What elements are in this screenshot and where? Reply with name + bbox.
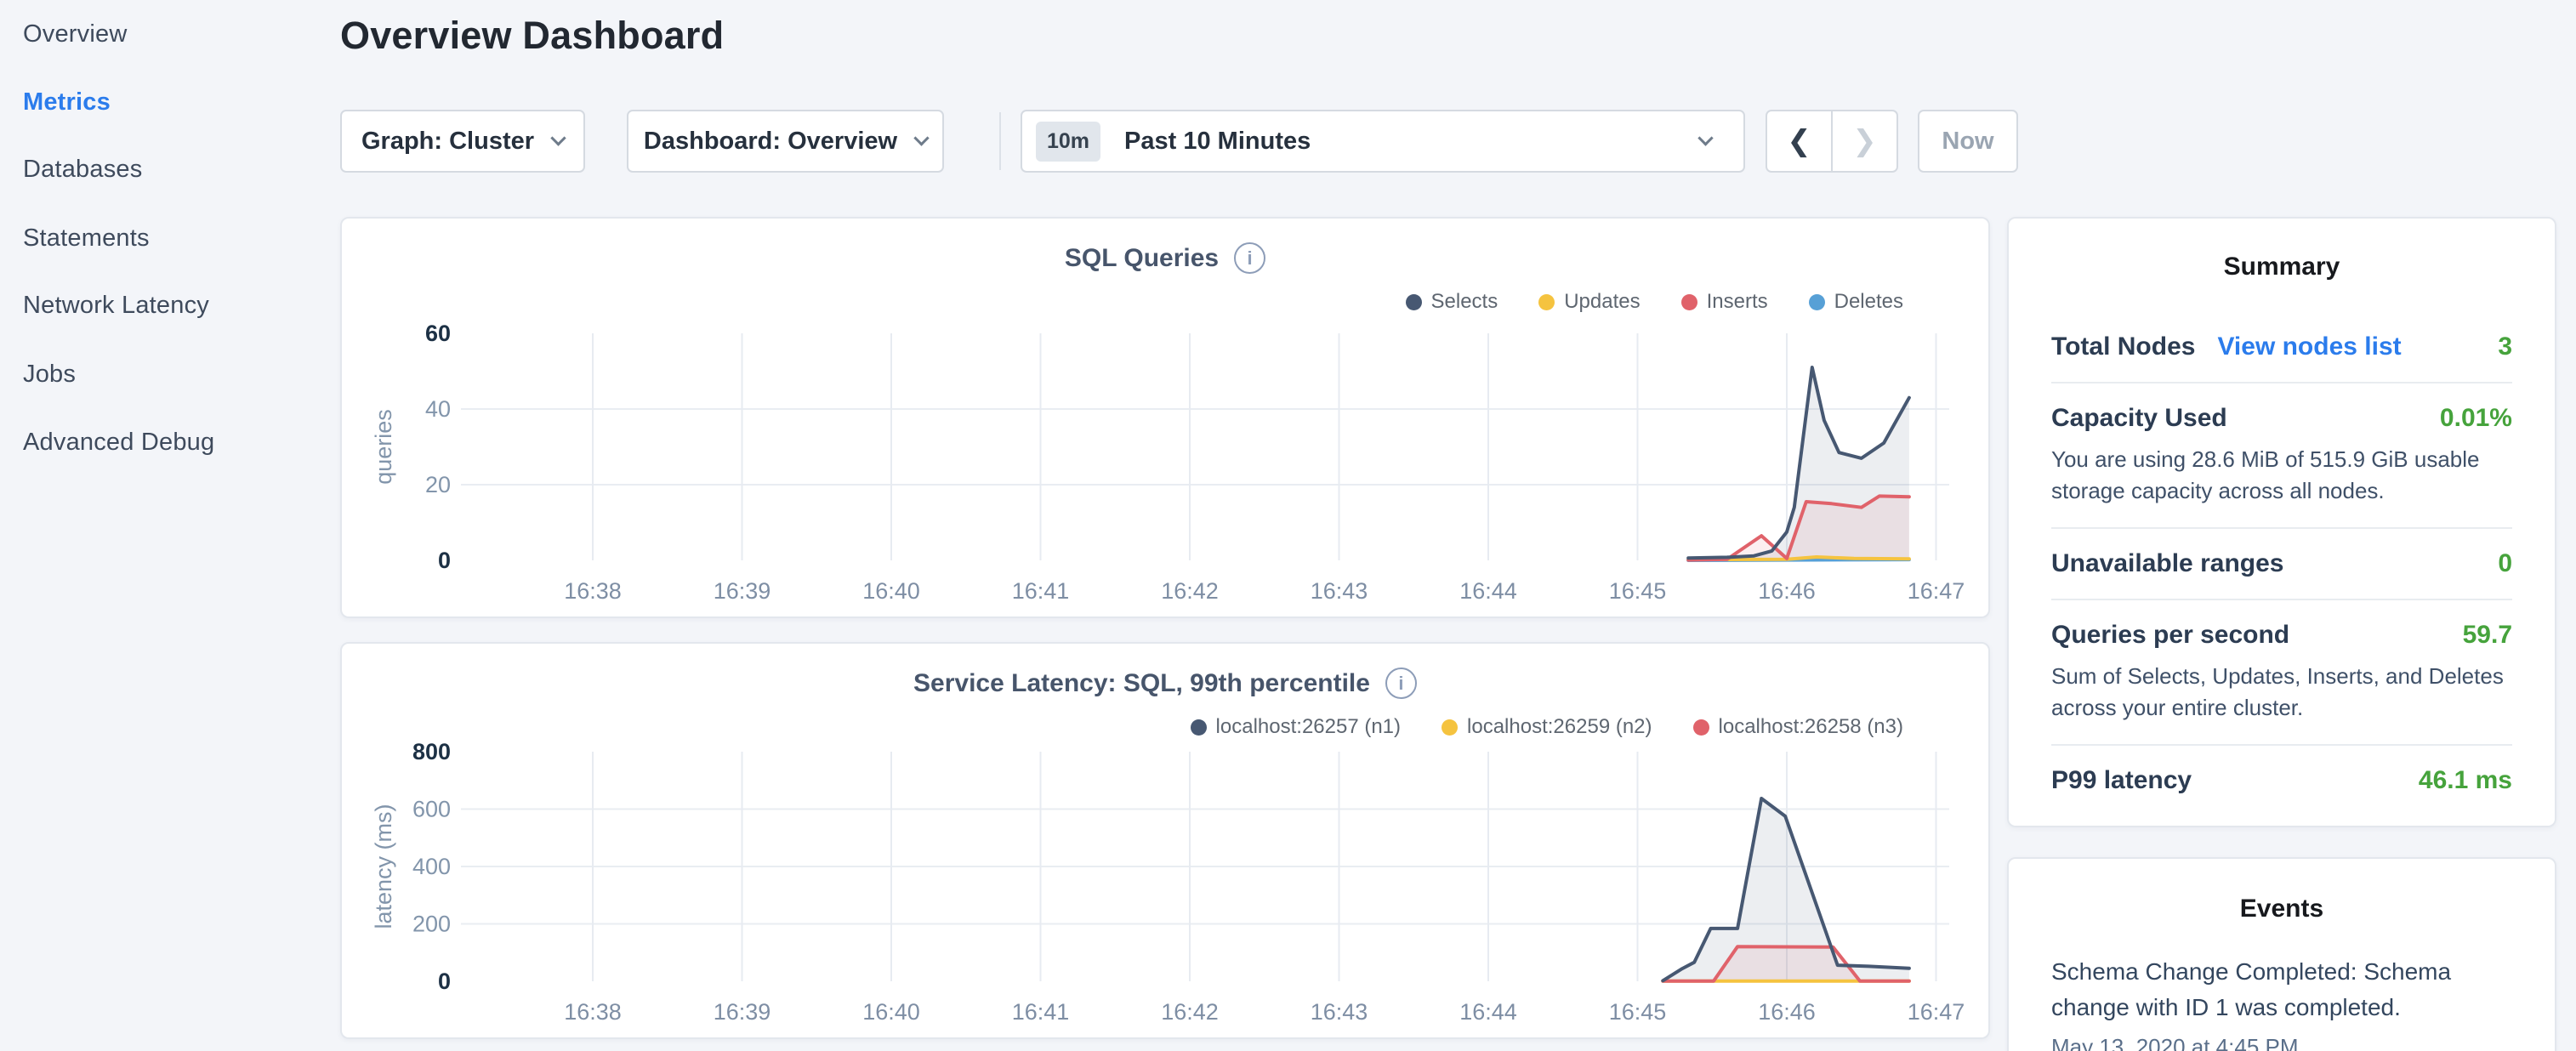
summary-title: Summary xyxy=(2051,253,2512,281)
toolbar-divider xyxy=(999,112,1001,170)
time-window-badge: 10m xyxy=(1036,122,1100,162)
summary-row-total-nodes: Total Nodes View nodes list 3 xyxy=(2051,312,2512,383)
svg-text:16:41: 16:41 xyxy=(1012,999,1070,1025)
svg-text:400: 400 xyxy=(412,854,451,879)
event-text: Schema Change Completed: Schema change w… xyxy=(2051,954,2512,1025)
svg-text:0: 0 xyxy=(438,969,451,994)
svg-text:200: 200 xyxy=(412,912,451,937)
summary-row-queries-per-second: Queries per second 59.7 Sum of Selects, … xyxy=(2051,600,2512,746)
summary-value: 46.1 ms xyxy=(2419,766,2512,795)
summary-label: Queries per second xyxy=(2051,621,2289,650)
svg-text:40: 40 xyxy=(425,396,451,422)
svg-text:16:45: 16:45 xyxy=(1609,999,1667,1025)
view-nodes-list-link[interactable]: View nodes list xyxy=(2217,332,2401,361)
summary-value: 0.01% xyxy=(2440,404,2512,433)
summary-row-p99-latency: P99 latency 46.1 ms xyxy=(2051,746,2512,815)
sidebar-item-network-latency[interactable]: Network Latency xyxy=(23,292,209,320)
summary-label: Unavailable ranges xyxy=(2051,549,2283,578)
admin-ui-screen: Overview Metrics Databases Statements Ne… xyxy=(0,0,2576,1051)
page-title: Overview Dashboard xyxy=(340,14,724,58)
svg-text:16:39: 16:39 xyxy=(714,999,771,1025)
svg-text:16:45: 16:45 xyxy=(1609,578,1667,604)
svg-text:16:42: 16:42 xyxy=(1161,999,1219,1025)
svg-text:16:43: 16:43 xyxy=(1311,578,1368,604)
summary-label: Capacity Used xyxy=(2051,404,2227,433)
svg-text:16:43: 16:43 xyxy=(1311,999,1368,1025)
svg-text:16:39: 16:39 xyxy=(714,578,771,604)
chevron-down-icon xyxy=(913,130,929,145)
dashboard-dropdown[interactable]: Dashboard: Overview xyxy=(627,110,944,173)
svg-text:16:47: 16:47 xyxy=(1908,578,1965,604)
summary-value: 59.7 xyxy=(2463,621,2512,650)
event-item: Schema Change Completed: Schema change w… xyxy=(2051,954,2512,1051)
svg-text:16:44: 16:44 xyxy=(1459,999,1517,1025)
graph-scope-dropdown[interactable]: Graph: Cluster xyxy=(340,110,585,173)
svg-text:800: 800 xyxy=(412,739,451,764)
svg-text:16:40: 16:40 xyxy=(862,578,920,604)
sidebar-item-metrics[interactable]: Metrics xyxy=(23,88,111,116)
sidebar-item-statements[interactable]: Statements xyxy=(23,224,150,253)
sql-queries-chart-card: SQL Queries i Selects Updates Inserts De… xyxy=(340,217,1990,618)
time-step-back-button[interactable]: ❮ xyxy=(1767,111,1833,171)
time-range-label: Past 10 Minutes xyxy=(1124,128,1700,156)
svg-text:16:38: 16:38 xyxy=(564,999,622,1025)
time-step-forward-button[interactable]: ❯ xyxy=(1833,111,1896,171)
svg-text:20: 20 xyxy=(425,472,451,497)
summary-panel: Summary Total Nodes View nodes list 3 Ca… xyxy=(2007,217,2556,827)
service-latency-chart[interactable]: 16:38 16:39 16:40 16:41 16:42 16:43 16:44 16:45… xyxy=(342,644,1992,1037)
chevron-down-icon xyxy=(550,130,566,145)
svg-text:16:42: 16:42 xyxy=(1161,578,1219,604)
svg-text:600: 600 xyxy=(412,797,451,822)
svg-text:16:46: 16:46 xyxy=(1758,578,1816,604)
time-range-dropdown[interactable]: 10m Past 10 Minutes xyxy=(1021,110,1745,173)
svg-text:16:44: 16:44 xyxy=(1459,578,1517,604)
sidebar-item-advanced-debug[interactable]: Advanced Debug xyxy=(23,429,214,457)
summary-value: 3 xyxy=(2498,332,2512,361)
svg-text:16:47: 16:47 xyxy=(1908,999,1965,1025)
sql-queries-chart[interactable]: 16:38 16:39 16:40 16:41 16:42 16:43 16:44 16:45… xyxy=(342,219,1992,616)
summary-value: 0 xyxy=(2498,549,2512,578)
dashboard-dropdown-label: Dashboard: Overview xyxy=(644,128,897,156)
svg-text:60: 60 xyxy=(425,321,451,346)
event-timestamp: May 13, 2020 at 4:45 PM xyxy=(2051,1034,2512,1051)
summary-description: Sum of Selects, Updates, Inserts, and De… xyxy=(2051,661,2512,724)
chevron-down-icon xyxy=(1697,130,1713,145)
summary-row-unavailable-ranges: Unavailable ranges 0 xyxy=(2051,529,2512,600)
graph-scope-dropdown-label: Graph: Cluster xyxy=(361,128,534,156)
summary-label: P99 latency xyxy=(2051,766,2192,795)
svg-text:queries: queries xyxy=(371,409,396,485)
svg-text:16:46: 16:46 xyxy=(1758,999,1816,1025)
summary-description: You are using 28.6 MiB of 515.9 GiB usab… xyxy=(2051,444,2512,507)
events-panel: Events Schema Change Completed: Schema c… xyxy=(2007,857,2556,1051)
service-latency-chart-card: Service Latency: SQL, 99th percentile i … xyxy=(340,642,1990,1039)
sidebar-item-overview[interactable]: Overview xyxy=(23,20,127,48)
summary-row-capacity-used: Capacity Used 0.01% You are using 28.6 M… xyxy=(2051,383,2512,529)
sidebar-item-databases[interactable]: Databases xyxy=(23,156,142,184)
svg-text:16:40: 16:40 xyxy=(862,999,920,1025)
svg-text:16:38: 16:38 xyxy=(564,578,622,604)
time-step-buttons: ❮ ❯ xyxy=(1766,110,1898,173)
summary-label: Total Nodes xyxy=(2051,332,2195,361)
events-title: Events xyxy=(2051,895,2512,923)
sidebar-item-jobs[interactable]: Jobs xyxy=(23,361,76,389)
svg-text:16:41: 16:41 xyxy=(1012,578,1070,604)
now-button[interactable]: Now xyxy=(1918,110,2018,173)
svg-text:latency (ms): latency (ms) xyxy=(371,804,396,929)
svg-text:0: 0 xyxy=(438,548,451,573)
